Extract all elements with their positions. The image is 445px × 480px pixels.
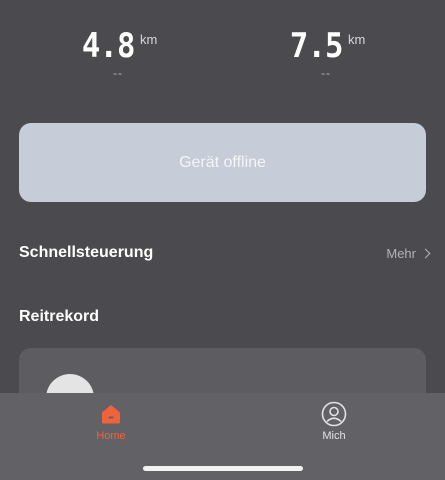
tab-home-label: Home [96,430,126,442]
ride-record-header: Reitrekord [19,308,429,326]
stat-value: 7.5 [289,26,343,66]
device-status-button[interactable]: Gerät offline [19,123,426,202]
stat-unit: km [140,32,158,47]
stat-sublabel: -- [321,66,331,80]
stat-sublabel: -- [113,66,123,80]
quick-control-header: Schnellsteuerung Mehr [19,244,431,262]
quick-control-title: Schnellsteuerung [19,244,154,261]
chevron-right-icon [420,248,431,258]
profile-icon [321,401,347,427]
stat-value-row: 7.5 km [287,26,366,66]
stat-remaining-range: 7.5 km -- [266,26,386,80]
more-link[interactable]: Mehr [386,245,431,261]
home-icon [102,405,120,424]
stat-value-row: 4.8 km [79,26,158,66]
app-screen: 4.8 km -- 7.5 km -- Gerät offline Schnel… [0,0,445,480]
tab-home[interactable]: Home [71,401,151,442]
stat-total-distance: 4.8 km -- [58,26,178,80]
device-status-label: Gerät offline [179,153,266,171]
stat-unit: km [348,32,366,47]
ride-record-title: Reitrekord [19,308,100,325]
more-label: Mehr [386,245,416,261]
tab-profile-label: Mich [322,430,346,442]
stat-value: 4.8 [81,26,135,66]
tab-profile[interactable]: Mich [294,401,374,442]
home-indicator[interactable] [143,466,303,471]
